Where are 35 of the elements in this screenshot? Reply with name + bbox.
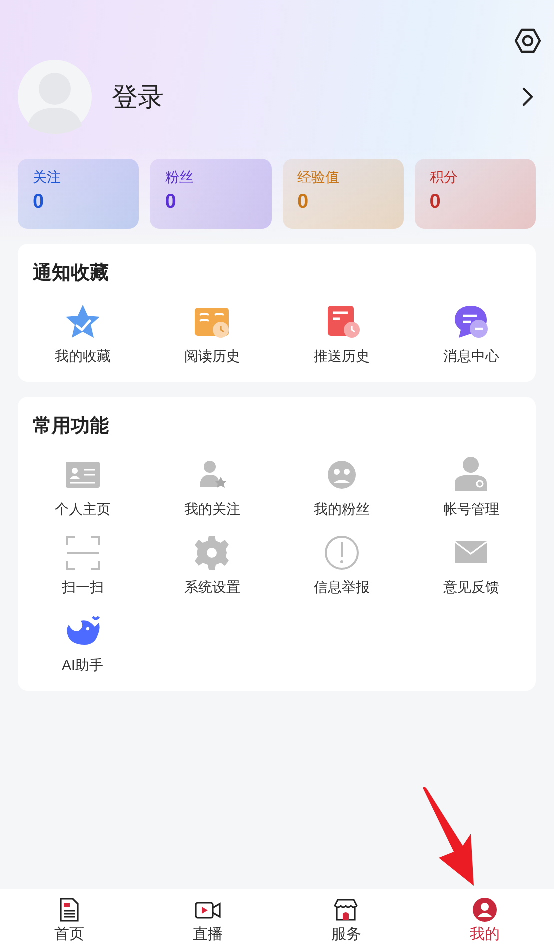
- feature-label[interactable]: 扫一扫: [62, 579, 104, 597]
- login-link[interactable]: 登录: [112, 80, 522, 114]
- nav-tab[interactable]: 直播: [138, 889, 277, 951]
- feature-label[interactable]: 信息举报: [314, 579, 370, 597]
- stat-card[interactable]: 积分 0: [414, 159, 536, 229]
- feature-label[interactable]: 帐号管理: [443, 501, 500, 519]
- nav-tab[interactable]: 首页: [0, 889, 138, 951]
- section-title: 通知收藏: [33, 262, 110, 286]
- feature-label[interactable]: 我的收藏: [54, 348, 111, 366]
- feature-label[interactable]: 我的粉丝: [314, 501, 370, 519]
- feature-label[interactable]: 我的关注: [184, 501, 240, 519]
- stat-value: 0: [165, 191, 178, 214]
- stat-card[interactable]: 粉丝 0: [150, 159, 272, 229]
- feature-label[interactable]: 消息中心: [443, 348, 500, 366]
- stat-value: 0: [298, 191, 310, 214]
- stat-label: 关注: [33, 169, 62, 187]
- feature-label[interactable]: 推送历史: [314, 348, 370, 366]
- stat-label: 积分: [430, 169, 459, 187]
- section-title: 常用功能: [33, 415, 110, 439]
- stat-value: 0: [33, 191, 46, 214]
- user-icon[interactable]: [472, 896, 498, 922]
- feature-label[interactable]: 意见反馈: [443, 579, 500, 597]
- feature-label[interactable]: AI助手: [62, 657, 104, 675]
- feature-label[interactable]: 阅读历史: [184, 348, 240, 366]
- nav-tab[interactable]: 我的: [416, 889, 554, 951]
- nav-tab[interactable]: 服务: [277, 889, 416, 951]
- chevron-right-icon[interactable]: [522, 87, 534, 107]
- settings-icon[interactable]: [514, 27, 542, 55]
- stat-label: 粉丝: [165, 169, 194, 187]
- stat-card[interactable]: 关注 0: [18, 159, 140, 229]
- feature-label[interactable]: 个人主页: [54, 501, 111, 519]
- stat-value: 0: [430, 191, 442, 214]
- stat-label: 经验值: [298, 169, 340, 187]
- feature-label[interactable]: 系统设置: [184, 579, 240, 597]
- shop-icon[interactable]: [333, 896, 360, 922]
